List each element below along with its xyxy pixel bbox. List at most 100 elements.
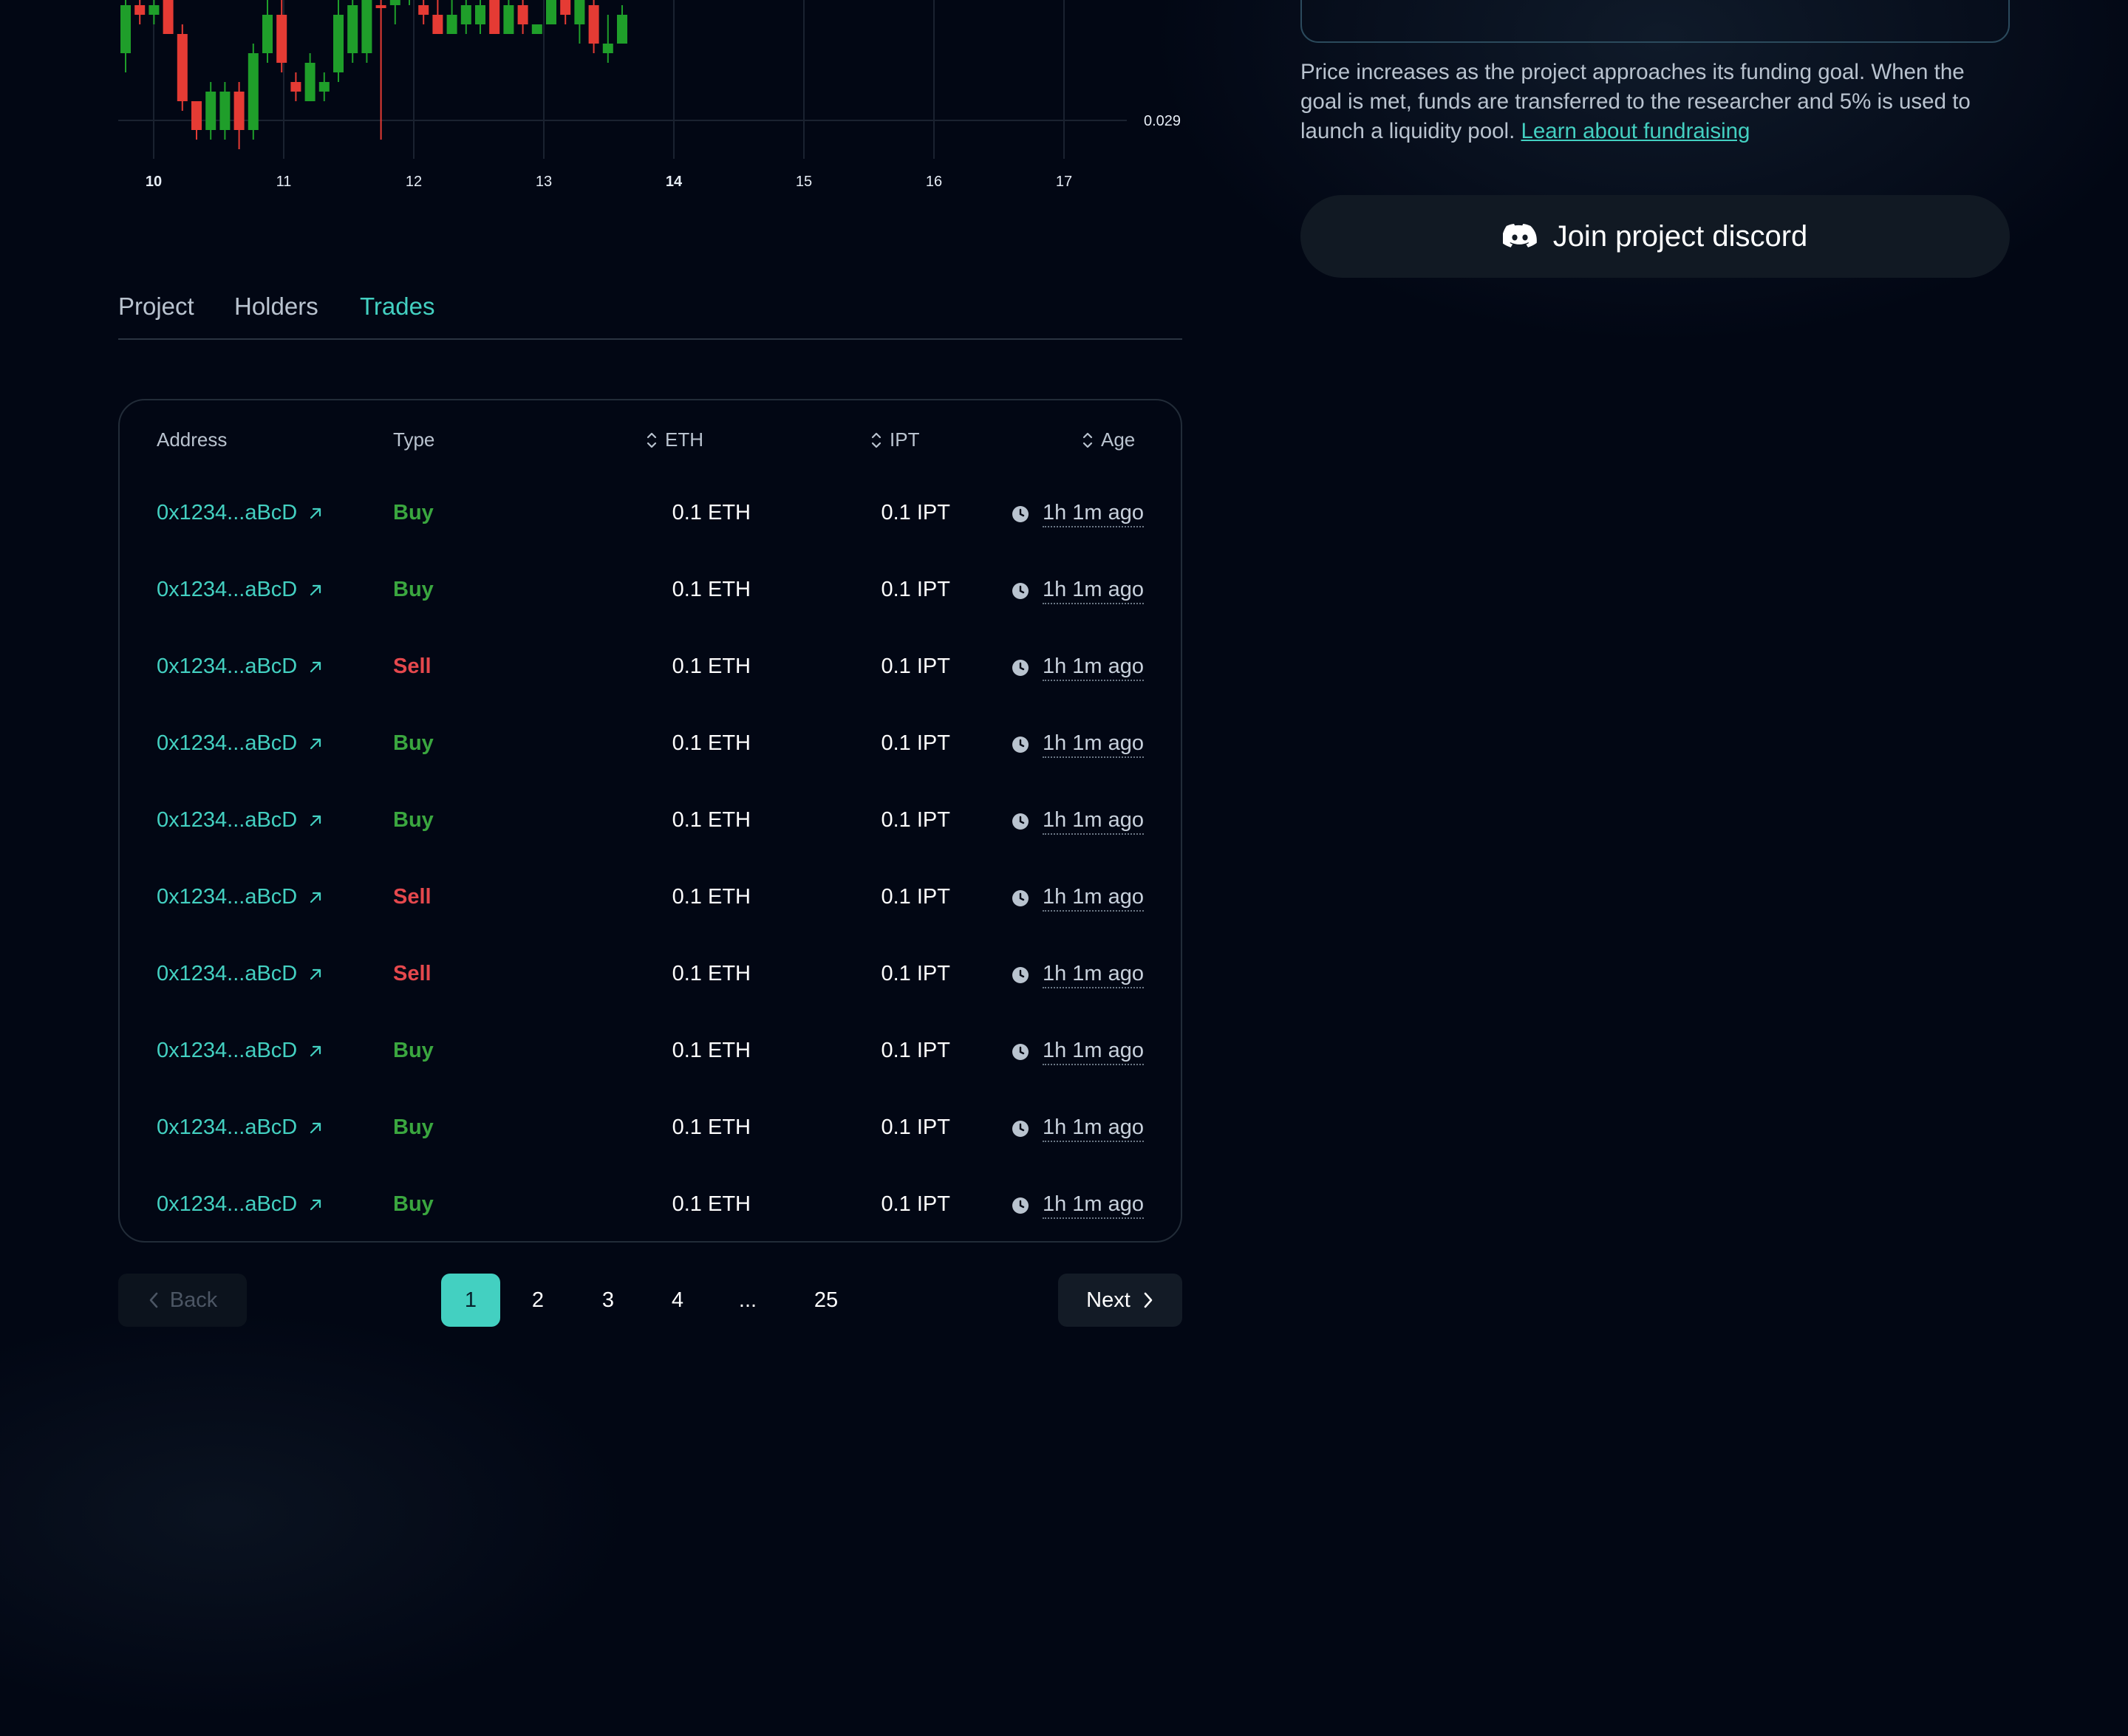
header-address-label: Address (157, 428, 228, 451)
address-text: 0x1234...aBcD (157, 501, 298, 524)
trade-type: Buy (393, 808, 434, 832)
join-discord-button[interactable]: Join project discord (1300, 195, 2010, 278)
chart-candles (120, 0, 627, 149)
ipt-amount: 0.1 IPT (881, 731, 951, 755)
candle-body (503, 5, 514, 34)
header-ipt[interactable]: IPT (870, 428, 919, 451)
external-link-icon (310, 968, 321, 980)
page-button-1[interactable]: 1 (441, 1274, 500, 1327)
ipt-amount: 0.1 IPT (881, 1192, 951, 1216)
age-text[interactable]: 1h 1m ago (1042, 655, 1144, 681)
trade-age: 1h 1m ago (1012, 1115, 1144, 1142)
candle-body (432, 15, 443, 34)
trade-type: Buy (393, 1192, 434, 1216)
page-button-25[interactable]: 25 (797, 1274, 856, 1327)
trade-age: 1h 1m ago (1012, 962, 1144, 988)
ipt-amount: 0.1 IPT (881, 501, 951, 524)
eth-amount: 0.1 ETH (672, 962, 751, 985)
address-text: 0x1234...aBcD (157, 1039, 298, 1062)
address-link[interactable]: 0x1234...aBcD (157, 578, 324, 602)
candle (409, 0, 410, 5)
candle-body (304, 63, 316, 101)
candle (318, 72, 330, 101)
candle (134, 0, 146, 24)
chart-x-axis: 10 11 12 13 14 15 16 17 (146, 174, 1072, 190)
candle-body (290, 82, 301, 92)
candle (503, 0, 514, 34)
header-age[interactable]: Age (1082, 428, 1135, 451)
candle-body (347, 5, 358, 53)
candle-body (446, 15, 457, 34)
age-text[interactable]: 1h 1m ago (1042, 808, 1144, 835)
address-link[interactable]: 0x1234...aBcD (157, 1039, 324, 1063)
header-eth[interactable]: ETH (646, 428, 703, 451)
ipt-amount: 0.1 IPT (881, 808, 951, 832)
address-text: 0x1234...aBcD (157, 808, 298, 832)
table-row: 0x1234...aBcD Sell 0.1 ETH 0.1 IPT 1h 1m ago (120, 935, 1181, 1012)
tab-holders[interactable]: Holders (234, 293, 318, 321)
candle-body (219, 92, 231, 130)
trade-type: Buy (393, 1039, 434, 1062)
address-link[interactable]: 0x1234...aBcD (157, 962, 324, 986)
table-row: 0x1234...aBcD Sell 0.1 ETH 0.1 IPT 1h 1m ago (120, 628, 1181, 705)
age-text[interactable]: 1h 1m ago (1042, 501, 1144, 527)
candle-body (460, 5, 471, 24)
page-button-3[interactable]: 3 (579, 1274, 638, 1327)
age-text[interactable]: 1h 1m ago (1042, 578, 1144, 604)
sort-icon[interactable] (870, 431, 882, 450)
candle-body (163, 0, 174, 34)
address-link[interactable]: 0x1234...aBcD (157, 1192, 324, 1217)
eth-amount: 0.1 ETH (672, 578, 751, 601)
candle (233, 82, 245, 149)
table-row: 0x1234...aBcD Sell 0.1 ETH 0.1 IPT 1h 1m ago (120, 858, 1181, 935)
external-link-icon (310, 738, 321, 749)
age-text[interactable]: 1h 1m ago (1042, 731, 1144, 758)
page-button-4[interactable]: 4 (648, 1274, 707, 1327)
tab-trades[interactable]: Trades (360, 293, 434, 321)
learn-about-fundraising-link[interactable]: Learn about fundraising (1521, 119, 1750, 143)
age-text[interactable]: 1h 1m ago (1042, 885, 1144, 912)
candle-body (205, 92, 216, 130)
candle-body (489, 0, 500, 34)
address-link[interactable]: 0x1234...aBcD (157, 731, 324, 756)
next-button[interactable]: Next (1058, 1274, 1182, 1327)
address-link[interactable]: 0x1234...aBcD (157, 885, 324, 909)
price-chart[interactable]: 10 11 12 13 14 15 16 17 0.029 (0, 0, 1212, 214)
age-text[interactable]: 1h 1m ago (1042, 1039, 1144, 1065)
trade-age: 1h 1m ago (1012, 1192, 1144, 1219)
age-text[interactable]: 1h 1m ago (1042, 1192, 1144, 1219)
age-text[interactable]: 1h 1m ago (1042, 1115, 1144, 1142)
page-button-2[interactable]: 2 (508, 1274, 567, 1327)
candle (163, 0, 174, 34)
candle (489, 0, 500, 34)
clock-icon (1012, 813, 1029, 830)
header-eth-label: ETH (665, 428, 703, 451)
back-button[interactable]: Back (118, 1274, 247, 1327)
candle (418, 0, 429, 24)
age-text[interactable]: 1h 1m ago (1042, 962, 1144, 988)
candle-body (560, 0, 571, 15)
candle (205, 82, 216, 140)
address-text: 0x1234...aBcD (157, 655, 298, 678)
table-row: 0x1234...aBcD Buy 0.1 ETH 0.1 IPT 1h 1m ago (120, 1166, 1181, 1243)
amount-input[interactable] (1300, 0, 2010, 43)
eth-amount: 0.1 ETH (672, 1039, 751, 1062)
header-address: Address (157, 428, 227, 451)
chart-y-tick: 0.029 (1144, 113, 1181, 129)
sort-icon[interactable] (646, 431, 658, 450)
fundraising-info: Price increases as the project approache… (1300, 58, 2010, 146)
sort-icon[interactable] (1082, 431, 1094, 450)
candle (219, 82, 231, 140)
address-link[interactable]: 0x1234...aBcD (157, 808, 324, 833)
table-header: Address Type ETH IPT Age (120, 400, 1181, 474)
tab-project[interactable]: Project (118, 293, 194, 321)
clock-icon (1012, 737, 1029, 753)
address-link[interactable]: 0x1234...aBcD (157, 501, 324, 525)
address-link[interactable]: 0x1234...aBcD (157, 1115, 324, 1140)
candle (602, 15, 613, 63)
external-link-icon (310, 1122, 321, 1133)
candle-body (318, 82, 330, 92)
eth-amount: 0.1 ETH (672, 808, 751, 832)
address-link[interactable]: 0x1234...aBcD (157, 655, 324, 679)
trade-age: 1h 1m ago (1012, 1039, 1144, 1065)
